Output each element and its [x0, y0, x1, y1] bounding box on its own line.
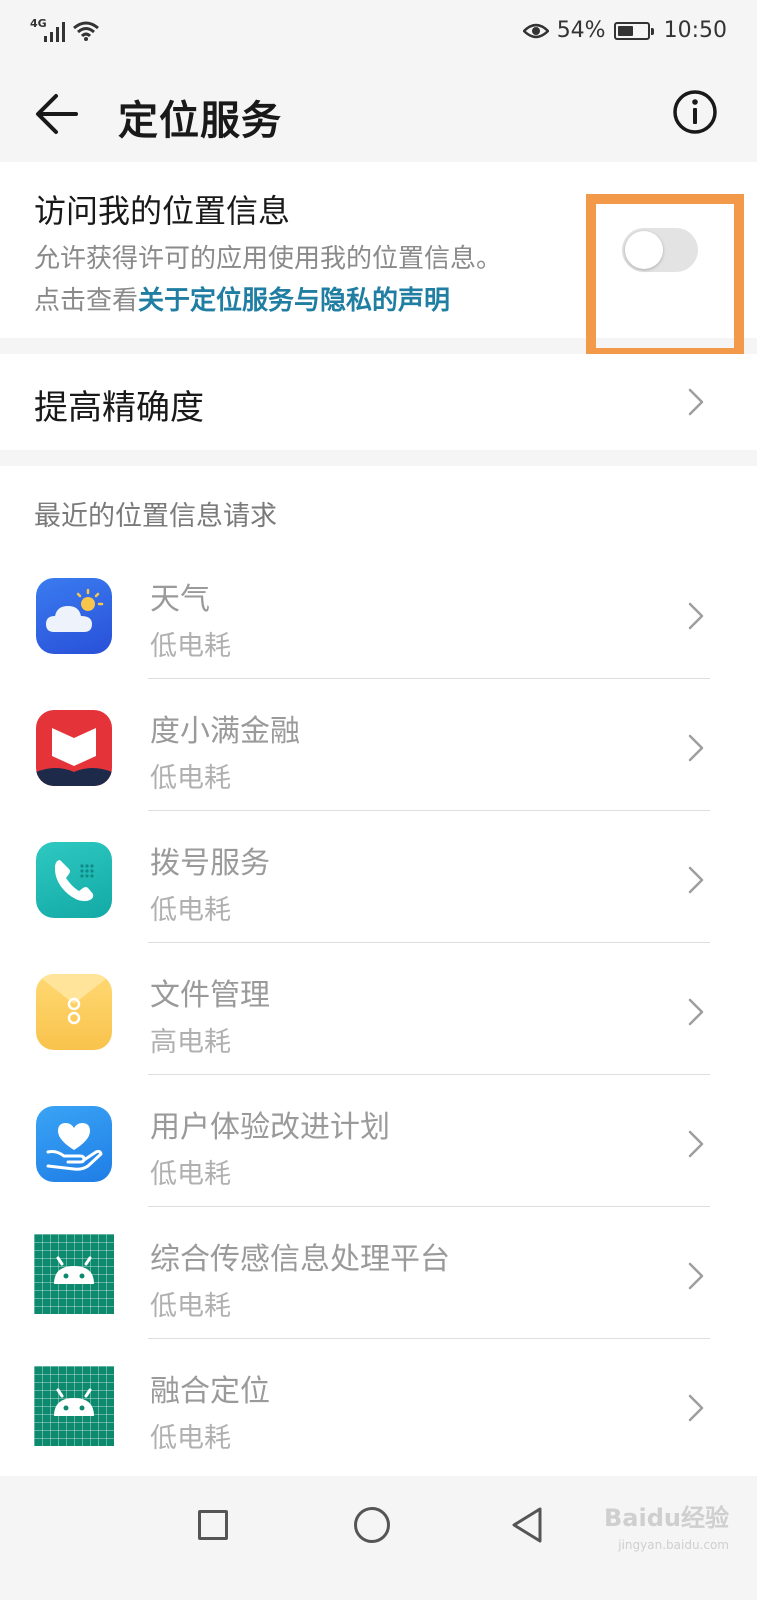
chevron-right-icon	[688, 1394, 704, 1422]
improve-accuracy-item[interactable]: 提高精确度	[0, 354, 757, 450]
app-name: 用户体验改进计划	[150, 1110, 390, 1145]
status-bar: 4G 54% 10:50	[0, 0, 757, 64]
location-access-title: 访问我的位置信息	[34, 192, 291, 230]
file-manager-icon	[36, 974, 112, 1050]
row-divider	[148, 1338, 710, 1339]
duxiaoman-icon	[36, 710, 112, 786]
app-row-file-manager[interactable]: 文件管理 高电耗	[0, 974, 757, 1106]
row-divider	[148, 678, 710, 679]
row-divider	[148, 1074, 710, 1075]
baidu-watermark: Baidu经验	[604, 1504, 729, 1532]
app-row-sensor-platform[interactable]: 综合传感信息处理平台 低电耗	[0, 1234, 757, 1370]
chevron-right-icon	[688, 602, 704, 630]
recent-requests-header: 最近的位置信息请求	[34, 501, 277, 532]
weather-icon	[36, 578, 112, 654]
app-power-usage: 低电耗	[150, 631, 231, 662]
eye-icon	[522, 23, 549, 38]
status-right: 54% 10:50	[522, 18, 727, 43]
app-row-weather[interactable]: 天气 低电耗	[0, 578, 757, 710]
privacy-link-line: 点击查看关于定位服务与隐私的声明	[34, 280, 450, 317]
app-name: 融合定位	[150, 1374, 270, 1409]
app-name: 拨号服务	[150, 846, 270, 881]
battery-fill	[617, 25, 633, 36]
battery-percent: 54%	[556, 18, 606, 43]
phone-icon	[36, 842, 112, 918]
app-row-dialer[interactable]: 拨号服务 低电耗	[0, 842, 757, 974]
recent-apps-icon[interactable]	[198, 1510, 228, 1540]
app-power-usage: 低电耗	[150, 895, 231, 926]
app-power-usage: 低电耗	[150, 1159, 231, 1190]
improve-accuracy-label: 提高精确度	[34, 388, 204, 428]
info-icon[interactable]	[671, 88, 719, 136]
signal-icon	[44, 22, 65, 42]
highlight-annotation	[586, 194, 744, 358]
location-access-description: 允许获得许可的应用使用我的位置信息。	[34, 244, 503, 274]
home-icon[interactable]	[354, 1507, 390, 1543]
chevron-right-icon	[688, 388, 704, 416]
app-power-usage: 低电耗	[150, 1423, 231, 1454]
app-name: 文件管理	[150, 978, 270, 1013]
navigation-bar: Baidu经验 jingyan.baidu.com	[0, 1476, 757, 1600]
wifi-icon	[73, 21, 99, 41]
app-name: 度小满金融	[150, 714, 300, 749]
title-bar: 定位服务	[0, 64, 757, 162]
baidu-watermark-url: jingyan.baidu.com	[618, 1538, 729, 1552]
android-icon	[34, 1366, 114, 1446]
chevron-right-icon	[688, 1262, 704, 1290]
row-divider	[148, 1206, 710, 1207]
app-power-usage: 低电耗	[150, 763, 231, 794]
recent-requests-card: 最近的位置信息请求 天气 低电耗 度小满金融 低电耗 拨号服务 低电耗 文件管理…	[0, 466, 757, 1476]
row-divider	[148, 942, 710, 943]
app-power-usage: 低电耗	[150, 1291, 231, 1322]
chevron-right-icon	[688, 1130, 704, 1158]
page-title: 定位服务	[118, 98, 282, 144]
clock: 10:50	[663, 18, 727, 43]
chevron-right-icon	[688, 866, 704, 894]
app-power-usage: 高电耗	[150, 1027, 231, 1058]
chevron-right-icon	[688, 998, 704, 1026]
android-icon	[34, 1234, 114, 1314]
app-name: 综合传感信息处理平台	[150, 1242, 450, 1277]
back-arrow-icon[interactable]	[30, 86, 86, 142]
app-row-duxiaoman[interactable]: 度小满金融 低电耗	[0, 710, 757, 842]
privacy-link-prefix: 点击查看	[34, 286, 139, 316]
app-name: 天气	[150, 582, 210, 617]
row-divider	[148, 810, 710, 811]
back-icon[interactable]	[510, 1506, 544, 1544]
chevron-right-icon	[688, 734, 704, 762]
privacy-statement-link[interactable]: 关于定位服务与隐私的声明	[138, 286, 450, 316]
heart-hand-icon	[36, 1106, 112, 1182]
app-row-user-experience[interactable]: 用户体验改进计划 低电耗	[0, 1106, 757, 1238]
battery-icon	[613, 21, 654, 40]
